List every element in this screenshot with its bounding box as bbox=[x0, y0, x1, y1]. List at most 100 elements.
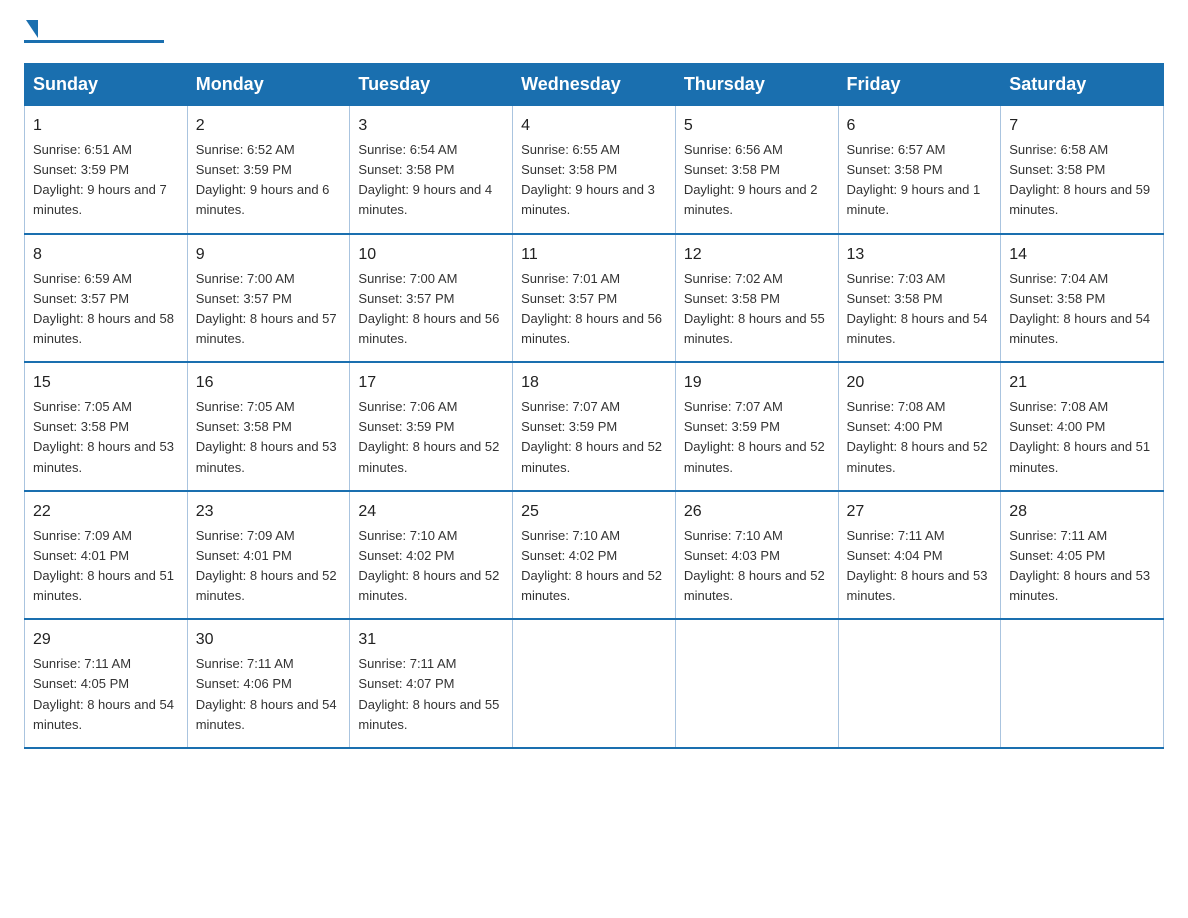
day-number: 17 bbox=[358, 371, 504, 395]
calendar-cell: 7 Sunrise: 6:58 AMSunset: 3:58 PMDayligh… bbox=[1001, 106, 1164, 234]
day-info: Sunrise: 7:05 AMSunset: 3:58 PMDaylight:… bbox=[196, 399, 337, 474]
calendar-cell: 25 Sunrise: 7:10 AMSunset: 4:02 PMDaylig… bbox=[513, 491, 676, 620]
day-number: 19 bbox=[684, 371, 830, 395]
day-number: 2 bbox=[196, 114, 342, 138]
day-number: 28 bbox=[1009, 500, 1155, 524]
day-info: Sunrise: 7:06 AMSunset: 3:59 PMDaylight:… bbox=[358, 399, 499, 474]
day-number: 24 bbox=[358, 500, 504, 524]
logo-text bbox=[24, 24, 164, 38]
calendar-cell: 30 Sunrise: 7:11 AMSunset: 4:06 PMDaylig… bbox=[187, 619, 350, 748]
calendar-week-row: 29 Sunrise: 7:11 AMSunset: 4:05 PMDaylig… bbox=[25, 619, 1164, 748]
day-number: 15 bbox=[33, 371, 179, 395]
calendar-week-row: 22 Sunrise: 7:09 AMSunset: 4:01 PMDaylig… bbox=[25, 491, 1164, 620]
day-info: Sunrise: 7:07 AMSunset: 3:59 PMDaylight:… bbox=[521, 399, 662, 474]
day-number: 5 bbox=[684, 114, 830, 138]
calendar-cell: 8 Sunrise: 6:59 AMSunset: 3:57 PMDayligh… bbox=[25, 234, 188, 363]
day-number: 30 bbox=[196, 628, 342, 652]
calendar-cell: 1 Sunrise: 6:51 AMSunset: 3:59 PMDayligh… bbox=[25, 106, 188, 234]
day-info: Sunrise: 7:09 AMSunset: 4:01 PMDaylight:… bbox=[33, 528, 174, 603]
calendar-cell bbox=[513, 619, 676, 748]
day-info: Sunrise: 7:04 AMSunset: 3:58 PMDaylight:… bbox=[1009, 271, 1150, 346]
calendar-week-row: 15 Sunrise: 7:05 AMSunset: 3:58 PMDaylig… bbox=[25, 362, 1164, 491]
page-header bbox=[24, 24, 1164, 43]
day-info: Sunrise: 6:59 AMSunset: 3:57 PMDaylight:… bbox=[33, 271, 174, 346]
calendar-cell: 16 Sunrise: 7:05 AMSunset: 3:58 PMDaylig… bbox=[187, 362, 350, 491]
day-number: 8 bbox=[33, 243, 179, 267]
day-number: 16 bbox=[196, 371, 342, 395]
weekday-header-wednesday: Wednesday bbox=[513, 64, 676, 106]
calendar-table: SundayMondayTuesdayWednesdayThursdayFrid… bbox=[24, 63, 1164, 749]
day-number: 10 bbox=[358, 243, 504, 267]
day-number: 18 bbox=[521, 371, 667, 395]
day-number: 3 bbox=[358, 114, 504, 138]
day-info: Sunrise: 7:11 AMSunset: 4:06 PMDaylight:… bbox=[196, 656, 337, 731]
calendar-cell: 14 Sunrise: 7:04 AMSunset: 3:58 PMDaylig… bbox=[1001, 234, 1164, 363]
calendar-cell: 2 Sunrise: 6:52 AMSunset: 3:59 PMDayligh… bbox=[187, 106, 350, 234]
calendar-cell: 6 Sunrise: 6:57 AMSunset: 3:58 PMDayligh… bbox=[838, 106, 1001, 234]
weekday-header-saturday: Saturday bbox=[1001, 64, 1164, 106]
logo-triangle-icon bbox=[26, 20, 38, 38]
day-info: Sunrise: 6:51 AMSunset: 3:59 PMDaylight:… bbox=[33, 142, 167, 217]
day-info: Sunrise: 7:09 AMSunset: 4:01 PMDaylight:… bbox=[196, 528, 337, 603]
calendar-cell: 26 Sunrise: 7:10 AMSunset: 4:03 PMDaylig… bbox=[675, 491, 838, 620]
day-info: Sunrise: 7:05 AMSunset: 3:58 PMDaylight:… bbox=[33, 399, 174, 474]
calendar-cell: 18 Sunrise: 7:07 AMSunset: 3:59 PMDaylig… bbox=[513, 362, 676, 491]
day-number: 11 bbox=[521, 243, 667, 267]
day-info: Sunrise: 6:55 AMSunset: 3:58 PMDaylight:… bbox=[521, 142, 655, 217]
calendar-cell: 10 Sunrise: 7:00 AMSunset: 3:57 PMDaylig… bbox=[350, 234, 513, 363]
calendar-cell: 21 Sunrise: 7:08 AMSunset: 4:00 PMDaylig… bbox=[1001, 362, 1164, 491]
calendar-cell: 20 Sunrise: 7:08 AMSunset: 4:00 PMDaylig… bbox=[838, 362, 1001, 491]
weekday-header-sunday: Sunday bbox=[25, 64, 188, 106]
calendar-cell: 29 Sunrise: 7:11 AMSunset: 4:05 PMDaylig… bbox=[25, 619, 188, 748]
calendar-cell bbox=[675, 619, 838, 748]
day-info: Sunrise: 7:00 AMSunset: 3:57 PMDaylight:… bbox=[358, 271, 499, 346]
calendar-cell: 11 Sunrise: 7:01 AMSunset: 3:57 PMDaylig… bbox=[513, 234, 676, 363]
calendar-cell: 19 Sunrise: 7:07 AMSunset: 3:59 PMDaylig… bbox=[675, 362, 838, 491]
day-info: Sunrise: 7:11 AMSunset: 4:05 PMDaylight:… bbox=[1009, 528, 1150, 603]
day-info: Sunrise: 7:02 AMSunset: 3:58 PMDaylight:… bbox=[684, 271, 825, 346]
day-number: 23 bbox=[196, 500, 342, 524]
day-number: 25 bbox=[521, 500, 667, 524]
calendar-cell: 12 Sunrise: 7:02 AMSunset: 3:58 PMDaylig… bbox=[675, 234, 838, 363]
calendar-cell: 28 Sunrise: 7:11 AMSunset: 4:05 PMDaylig… bbox=[1001, 491, 1164, 620]
day-number: 14 bbox=[1009, 243, 1155, 267]
day-info: Sunrise: 6:56 AMSunset: 3:58 PMDaylight:… bbox=[684, 142, 818, 217]
day-info: Sunrise: 6:54 AMSunset: 3:58 PMDaylight:… bbox=[358, 142, 492, 217]
calendar-cell: 24 Sunrise: 7:10 AMSunset: 4:02 PMDaylig… bbox=[350, 491, 513, 620]
day-info: Sunrise: 6:58 AMSunset: 3:58 PMDaylight:… bbox=[1009, 142, 1150, 217]
calendar-week-row: 1 Sunrise: 6:51 AMSunset: 3:59 PMDayligh… bbox=[25, 106, 1164, 234]
weekday-header-row: SundayMondayTuesdayWednesdayThursdayFrid… bbox=[25, 64, 1164, 106]
calendar-week-row: 8 Sunrise: 6:59 AMSunset: 3:57 PMDayligh… bbox=[25, 234, 1164, 363]
weekday-header-friday: Friday bbox=[838, 64, 1001, 106]
calendar-cell bbox=[1001, 619, 1164, 748]
day-number: 13 bbox=[847, 243, 993, 267]
day-number: 12 bbox=[684, 243, 830, 267]
calendar-cell: 3 Sunrise: 6:54 AMSunset: 3:58 PMDayligh… bbox=[350, 106, 513, 234]
day-number: 26 bbox=[684, 500, 830, 524]
day-info: Sunrise: 7:03 AMSunset: 3:58 PMDaylight:… bbox=[847, 271, 988, 346]
day-info: Sunrise: 7:10 AMSunset: 4:02 PMDaylight:… bbox=[521, 528, 662, 603]
day-number: 29 bbox=[33, 628, 179, 652]
calendar-cell: 5 Sunrise: 6:56 AMSunset: 3:58 PMDayligh… bbox=[675, 106, 838, 234]
logo bbox=[24, 24, 164, 43]
day-number: 7 bbox=[1009, 114, 1155, 138]
day-number: 21 bbox=[1009, 371, 1155, 395]
day-info: Sunrise: 7:01 AMSunset: 3:57 PMDaylight:… bbox=[521, 271, 662, 346]
day-info: Sunrise: 7:11 AMSunset: 4:05 PMDaylight:… bbox=[33, 656, 174, 731]
day-number: 20 bbox=[847, 371, 993, 395]
day-number: 31 bbox=[358, 628, 504, 652]
calendar-cell: 23 Sunrise: 7:09 AMSunset: 4:01 PMDaylig… bbox=[187, 491, 350, 620]
day-number: 9 bbox=[196, 243, 342, 267]
calendar-cell bbox=[838, 619, 1001, 748]
logo-underline bbox=[24, 40, 164, 43]
calendar-cell: 9 Sunrise: 7:00 AMSunset: 3:57 PMDayligh… bbox=[187, 234, 350, 363]
calendar-cell: 31 Sunrise: 7:11 AMSunset: 4:07 PMDaylig… bbox=[350, 619, 513, 748]
day-info: Sunrise: 7:08 AMSunset: 4:00 PMDaylight:… bbox=[1009, 399, 1150, 474]
day-info: Sunrise: 7:00 AMSunset: 3:57 PMDaylight:… bbox=[196, 271, 337, 346]
calendar-cell: 4 Sunrise: 6:55 AMSunset: 3:58 PMDayligh… bbox=[513, 106, 676, 234]
day-number: 27 bbox=[847, 500, 993, 524]
calendar-cell: 15 Sunrise: 7:05 AMSunset: 3:58 PMDaylig… bbox=[25, 362, 188, 491]
weekday-header-thursday: Thursday bbox=[675, 64, 838, 106]
day-info: Sunrise: 7:07 AMSunset: 3:59 PMDaylight:… bbox=[684, 399, 825, 474]
calendar-cell: 22 Sunrise: 7:09 AMSunset: 4:01 PMDaylig… bbox=[25, 491, 188, 620]
